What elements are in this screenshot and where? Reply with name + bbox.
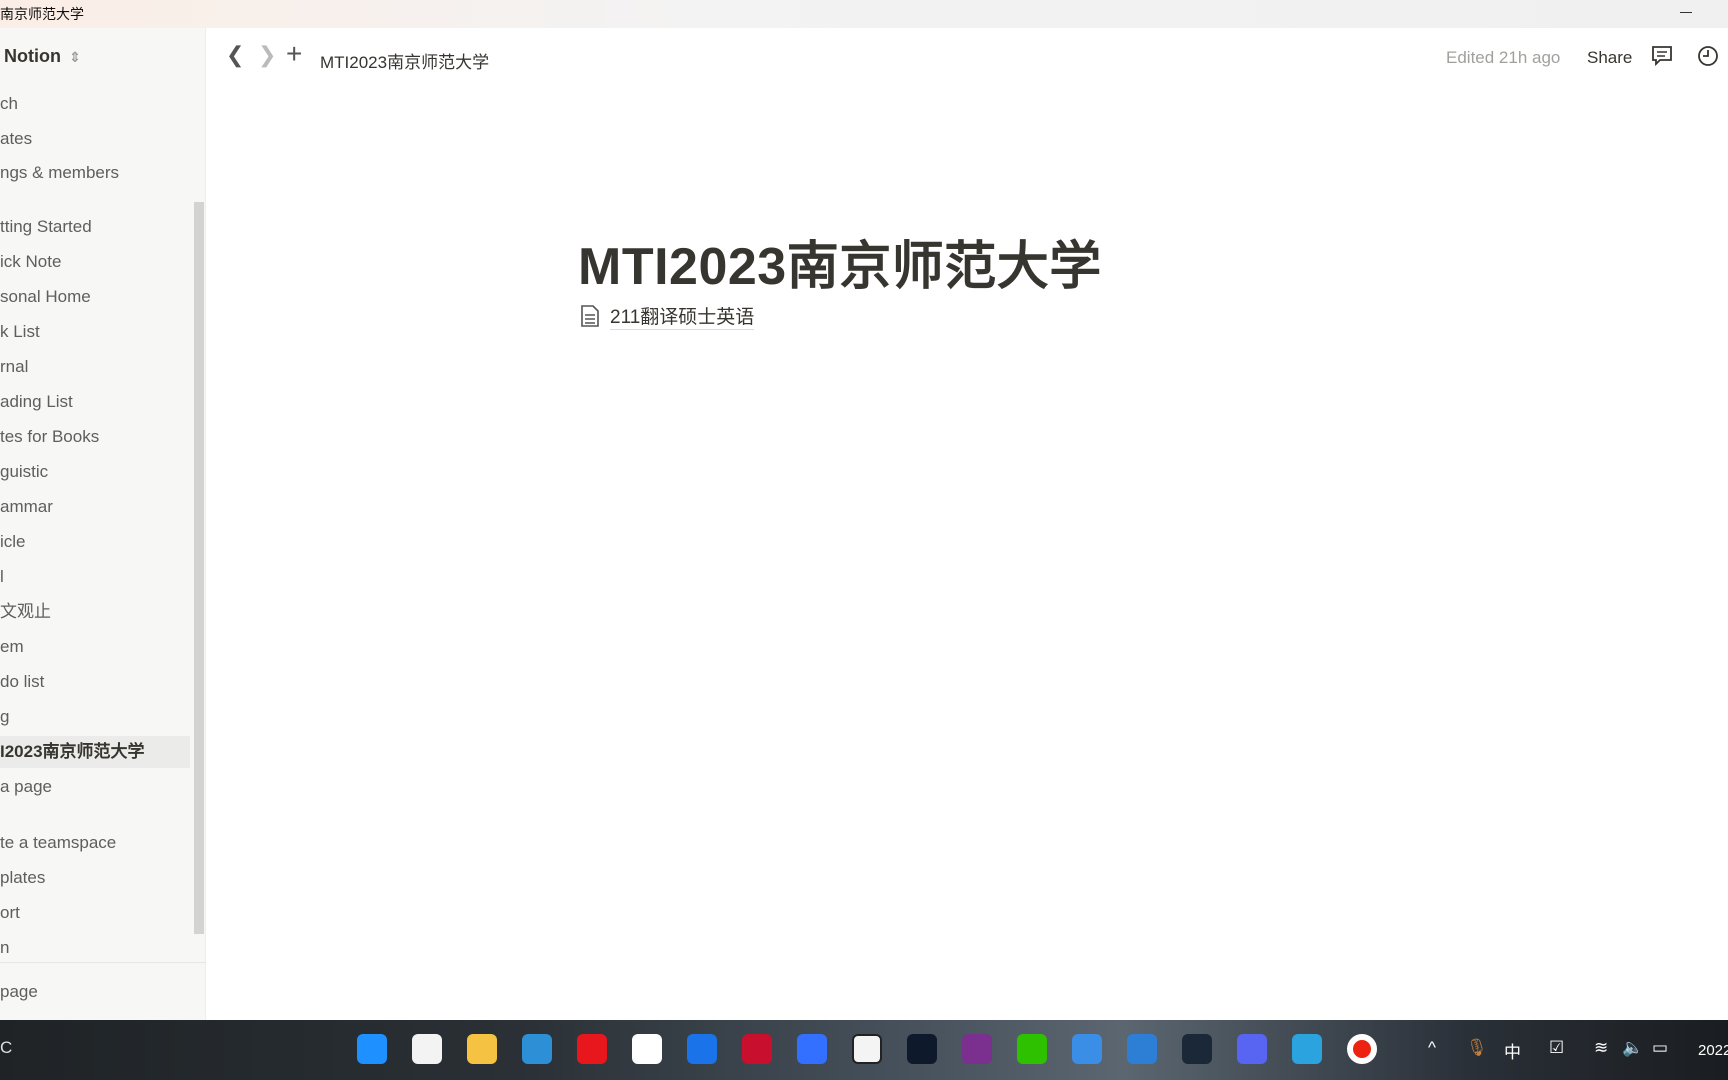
wifi-icon[interactable]: ≋ [1594,1038,1608,1058]
subpage-link[interactable]: 211翻译硕士英语 [580,302,755,330]
wechat-icon[interactable] [1017,1034,1047,1064]
ime-indicator[interactable]: 中 [1504,1038,1521,1063]
sidebar-item[interactable]: ick Note [0,246,190,278]
minimize-button[interactable] [1680,12,1692,13]
sidebar-item[interactable]: k List [0,316,190,348]
edited-status: Edited 21h ago [1446,48,1561,67]
title-bar: 南京师范大学 [0,0,1728,28]
opera-icon[interactable] [742,1034,772,1064]
forward-icon[interactable]: ❯ [258,42,276,68]
microphone-icon[interactable]: 🎙 [1466,1038,1488,1058]
clock[interactable]: 2022 [1698,1042,1728,1059]
feishu-icon[interactable] [797,1034,827,1064]
sidebar-item[interactable]: sonal Home [0,281,190,313]
sidebar-item[interactable]: plates [0,862,190,894]
workspace-name: Notion [4,46,61,66]
search-app-icon[interactable] [1072,1034,1102,1064]
new-page-button[interactable]: page [0,976,190,1008]
history-clock-icon[interactable] [1696,44,1720,68]
foxit-pdf-icon[interactable] [962,1034,992,1064]
sidebar-item[interactable]: rnal [0,351,190,383]
show-hidden-icons[interactable]: ^ [1428,1038,1436,1058]
comment-icon[interactable] [1650,44,1674,68]
sidebar-item[interactable]: icle [0,526,190,558]
sidebar-item[interactable]: ammar [0,491,190,523]
page-icon [581,305,599,327]
battery-icon[interactable]: ▭ [1652,1038,1668,1058]
sidebar-item[interactable]: l [0,561,190,593]
sidebar-item[interactable]: ort [0,897,190,929]
youdao-icon[interactable] [577,1034,607,1064]
sidebar: Notion ⇕ ch ates ngs & members tting Started… [0,28,206,1020]
breadcrumb[interactable]: MTI2023南京师范大学 [320,48,489,73]
add-icon[interactable]: + [286,38,302,70]
sidebar-item[interactable]: ngs & members [0,157,190,189]
sidebar-item[interactable]: n [0,932,190,964]
chevron-updown-icon: ⇕ [68,49,81,65]
subpage-title: 211翻译硕士英语 [610,302,755,330]
sidebar-item[interactable]: a page [0,771,190,803]
sidebar-item[interactable]: guistic [0,456,190,488]
window-title: 南京师范大学 [0,6,84,22]
dictionary-icon[interactable] [522,1034,552,1064]
sidebar-item[interactable]: ch [0,88,190,120]
recorder-icon[interactable] [1347,1034,1377,1064]
back-icon[interactable]: ❮ [226,42,244,68]
page-title: MTI2023南京师范大学 [578,238,1102,296]
share-button[interactable]: Share [1587,48,1632,68]
sidebar-item[interactable]: tting Started [0,211,190,243]
sidebar-item[interactable]: em [0,631,190,663]
browser-app-icon[interactable] [1127,1034,1157,1064]
steam-icon[interactable] [1182,1034,1212,1064]
edge-like-icon[interactable] [687,1034,717,1064]
microsoft-store-icon[interactable] [412,1034,442,1064]
sidebar-item[interactable]: tes for Books [0,421,190,453]
taskbar-left-text: C [0,1038,13,1057]
telegram-icon[interactable] [1292,1034,1322,1064]
sidebar-item[interactable]: I2023南京师范大学 [0,736,190,768]
sidebar-item[interactable]: te a teamspace [0,827,190,859]
taskbar: C ^ 🎙 中 ☑ ≋ 🔈 ▭ 2022 [0,1020,1728,1080]
sidebar-item[interactable]: ading List [0,386,190,418]
file-explorer-icon[interactable] [467,1034,497,1064]
sidebar-scrollbar[interactable] [194,202,204,934]
chrome-icon[interactable] [632,1034,662,1064]
windows-start-icon[interactable] [357,1034,387,1064]
audio-app-icon[interactable] [907,1034,937,1064]
sidebar-item[interactable]: g [0,701,190,733]
sidebar-item[interactable]: do list [0,666,190,698]
workspace-switcher[interactable]: Notion ⇕ [4,46,81,67]
volume-icon[interactable]: 🔈 [1622,1038,1643,1058]
checkbox-tray-icon[interactable]: ☑ [1549,1038,1564,1058]
sidebar-item[interactable]: 文观止 [0,596,190,628]
sidebar-item[interactable]: ates [0,123,190,155]
notion-icon[interactable] [852,1034,882,1064]
sidebar-divider [0,962,206,963]
discord-icon[interactable] [1237,1034,1267,1064]
